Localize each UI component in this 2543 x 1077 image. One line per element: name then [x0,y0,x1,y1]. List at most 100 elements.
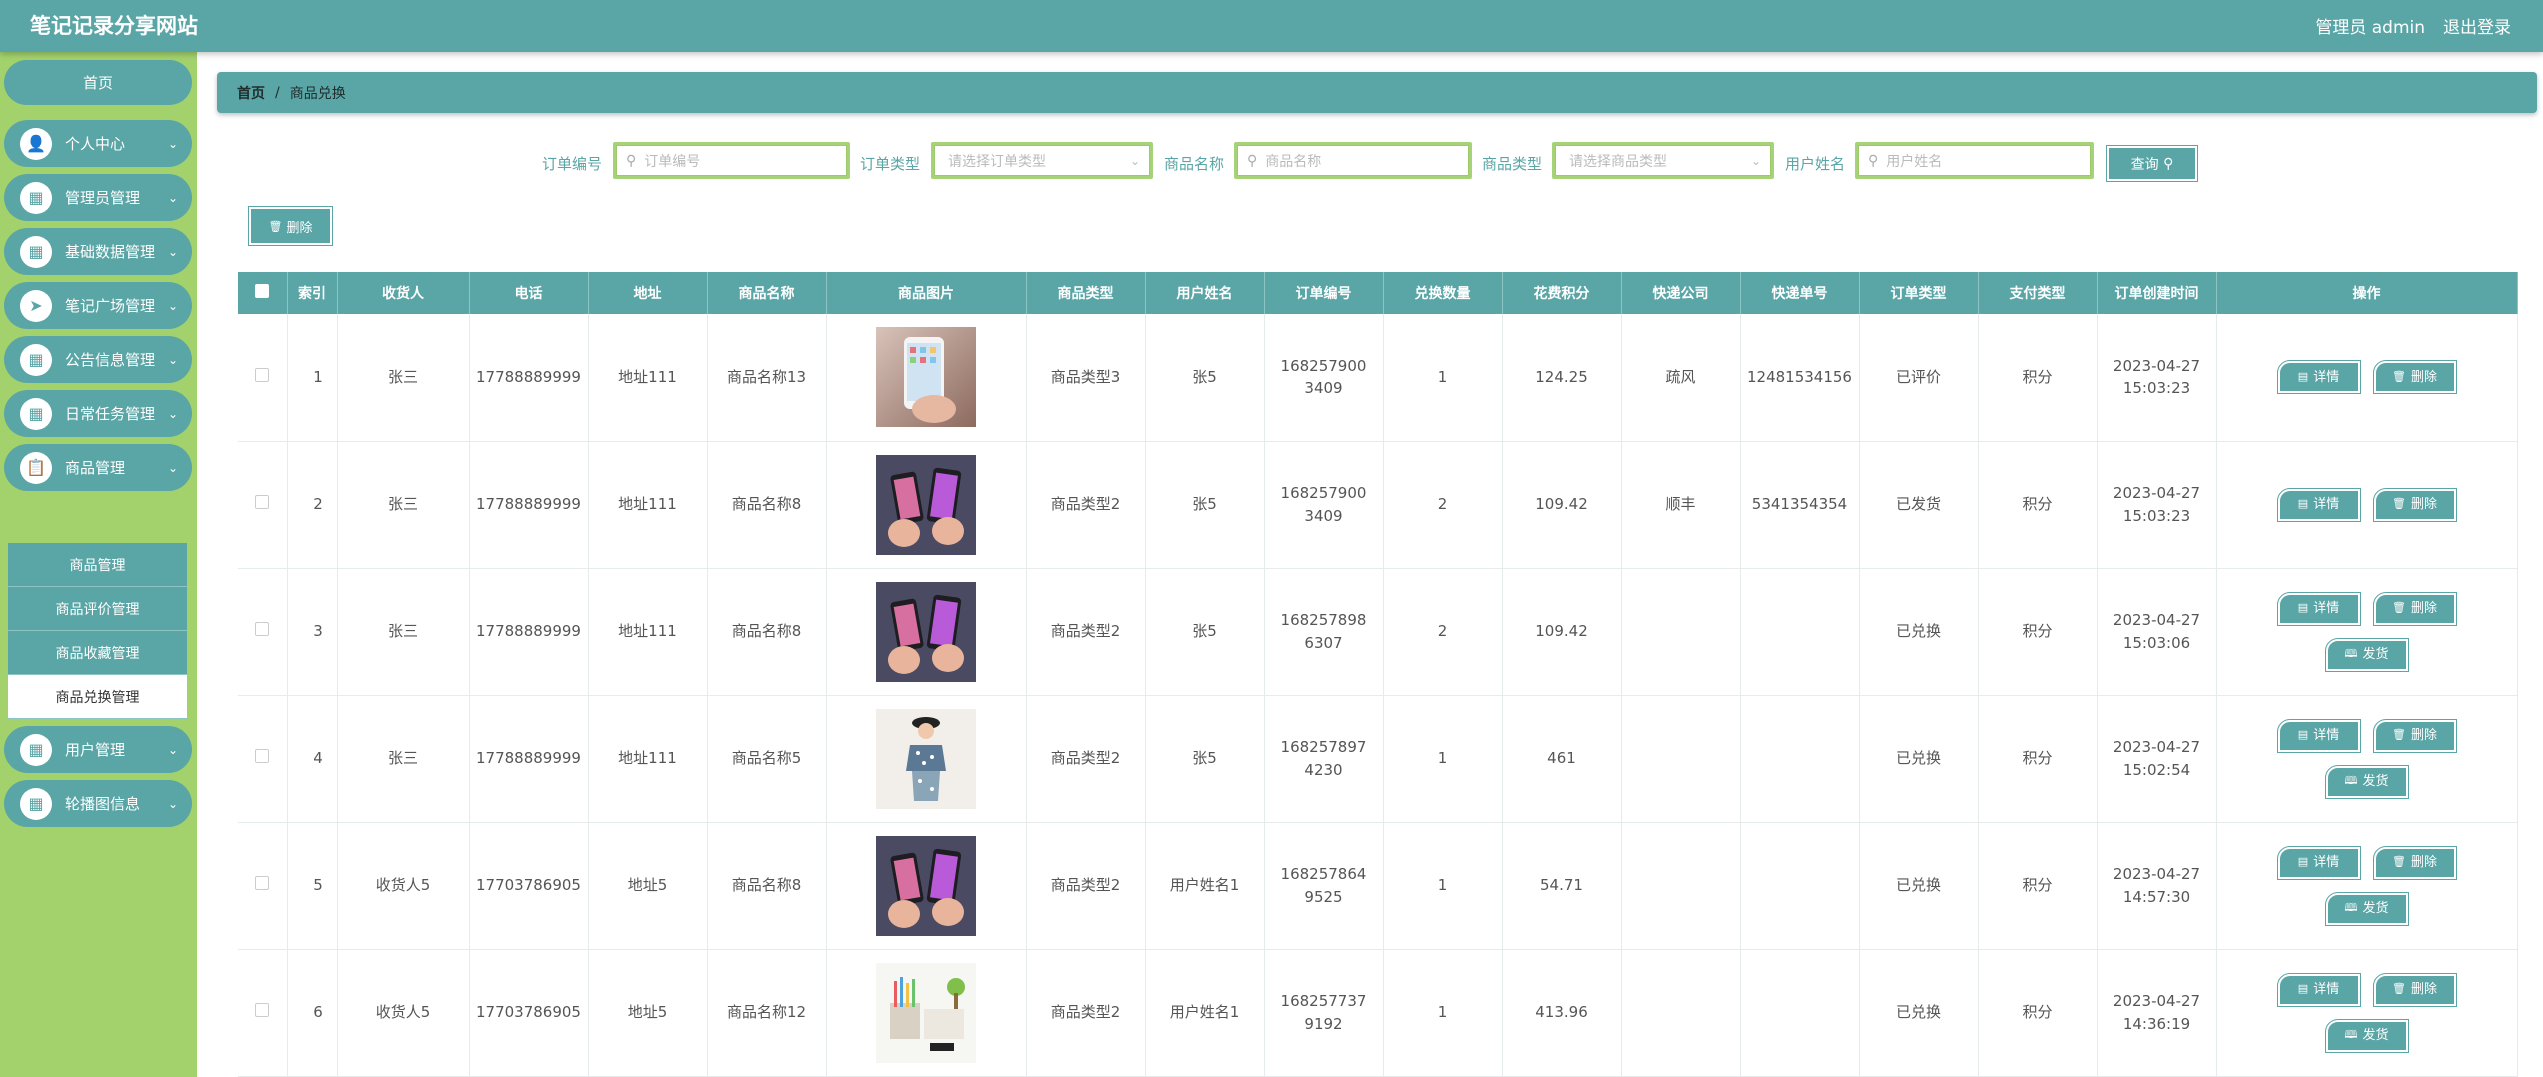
row-actions: ▤ 详情 🗑 删除 🕮 发货 [2267,718,2467,799]
column-header: 商品图片 [826,272,1027,314]
column-header: 用户姓名 [1145,272,1265,314]
send-icon: ➤ [20,289,52,322]
column-header: 索引 [287,272,338,314]
order-no-input[interactable]: ⚲ 订单编号 [613,142,850,179]
ship-label: 发货 [2362,773,2389,789]
delete-button[interactable]: 🗑 删除 [2372,591,2457,626]
delete-button[interactable]: 🗑 删除 [2372,718,2457,753]
trash-icon: 🗑 [2392,370,2406,383]
submenu-item[interactable]: 商品管理 [8,543,187,587]
cell-idx: 3 [287,568,338,696]
cell-receiver: 收货人5 [337,822,470,950]
delete-button[interactable]: 🗑 删除 [2372,972,2457,1007]
sidebar-item[interactable]: ▦ 公告信息管理 ⌄ [4,336,192,383]
column-header: 商品类型 [1026,272,1146,314]
row-checkbox[interactable] [255,495,270,510]
product-image [876,581,976,682]
cell-address: 地址5 [588,822,708,950]
delete-button[interactable]: 🗑 删除 [2372,487,2457,522]
cell-order-no: 1682577379192 [1264,949,1384,1077]
chevron-down-icon: ⌄ [167,244,178,259]
column-header: 订单类型 [1859,272,1979,314]
cell-order-type: 已兑换 [1859,568,1979,696]
breadcrumb-home[interactable]: 首页 [237,83,265,103]
submenu-item[interactable]: 商品收藏管理 [8,631,187,675]
cell-goods: 商品名称12 [707,949,827,1077]
goods-name-input[interactable]: ⚲ 商品名称 [1234,142,1472,179]
row-select-cell [238,568,288,696]
sidebar-item[interactable]: ▦ 基础数据管理 ⌄ [4,228,192,275]
order-type-select[interactable]: 请选择订单类型 ⌄ [931,142,1153,179]
row-checkbox[interactable] [255,368,270,382]
cell-order-no: 1682578986307 [1264,568,1384,696]
select-all-checkbox[interactable] [255,284,270,298]
cell-receiver: 张三 [337,568,470,696]
row-checkbox[interactable] [255,622,270,637]
query-button[interactable]: 查询 ⚲ [2106,145,2198,182]
submenu-item[interactable]: 商品评价管理 [8,587,187,631]
bulk-delete-button[interactable]: 🗑 删除 [248,206,333,246]
logout-link[interactable]: 退出登录 [2443,13,2511,38]
grid-icon: ▦ [20,181,52,214]
cell-image [826,568,1027,696]
cell-type: 商品类型2 [1026,949,1146,1077]
ship-button[interactable]: 🕮 发货 [2324,764,2409,799]
sidebar-item-home[interactable]: 首页 [4,60,192,105]
book-icon: 🕮 [2344,1028,2358,1042]
document-icon: ▤ [2297,370,2309,383]
user-name-label: 用户姓名 [1785,155,1846,173]
detail-button[interactable]: ▤ 详情 [2276,360,2361,395]
exchange-table: 索引 收货人 电话 地址 商品名称 商品图片 商品类型 用户姓名 订单编号 兑换数量 花费积分 快递公… [238,272,2518,1077]
cell-order-type: 已兑换 [1859,822,1979,950]
column-header: 兑换数量 [1383,272,1503,314]
cell-text: 1682579003409 [1280,484,1367,525]
ship-button[interactable]: 🕮 发货 [2324,891,2409,926]
cell-phone: 17788889999 [469,314,589,442]
delete-button[interactable]: 🗑 删除 [2372,845,2457,880]
sidebar-item[interactable]: ▦ 用户管理 ⌄ [4,726,192,773]
goods-type-select[interactable]: 请选择商品类型 ⌄ [1552,142,1774,179]
cell-points: 109.42 [1502,441,1622,569]
cell-type: 商品类型2 [1026,695,1146,823]
row-checkbox[interactable] [255,876,270,891]
row-checkbox[interactable] [255,749,270,764]
table-row: 3 张三 17788889999 地址111 商品名称8 商品类型2 张5 168257898… [238,568,2518,696]
cell-receiver: 张三 [337,314,470,442]
detail-button[interactable]: ▤ 详情 [2276,487,2361,522]
sidebar-item[interactable]: ▦ 日常任务管理 ⌄ [4,390,192,437]
user-name-input[interactable]: ⚲ 用户姓名 [1855,142,2094,179]
chevron-down-icon: ⌄ [167,352,178,367]
goods-submenu: 商品管理 商品评价管理 商品收藏管理 商品兑换管理 [8,543,187,719]
cell-phone: 17703786905 [469,822,589,950]
cell-text: 2023-04-27 15:03:23 [2112,356,2201,398]
sidebar-item[interactable]: ➤ 笔记广场管理 ⌄ [4,282,192,329]
cell-pay-type: 积分 [1978,441,2098,569]
book-icon: 🕮 [2344,774,2358,788]
sidebar-item-label: 笔记广场管理 [65,297,156,315]
cell-points: 109.42 [1502,568,1622,696]
submenu-item[interactable]: 商品兑换管理 [8,675,187,719]
cell-express-no [1740,568,1860,696]
detail-button[interactable]: ▤ 详情 [2276,718,2361,753]
ship-button[interactable]: 🕮 发货 [2324,1018,2409,1053]
cell-pay-type: 积分 [1978,822,2098,950]
sidebar-item[interactable]: 📋 商品管理 ⌄ [4,444,192,491]
column-header: 订单编号 [1264,272,1384,314]
sidebar-item-label: 商品管理 [65,459,126,477]
table-header-row: 索引 收货人 电话 地址 商品名称 商品图片 商品类型 用户姓名 订单编号 兑换数量 花费积分 快递公… [238,272,2518,314]
sidebar-item-label: 用户管理 [65,741,126,759]
ship-label: 发货 [2362,646,2389,662]
sidebar-item[interactable]: ▦ 轮播图信息 ⌄ [4,780,192,827]
detail-button[interactable]: ▤ 详情 [2276,972,2361,1007]
cell-user: 用户姓名1 [1145,949,1265,1077]
ship-button[interactable]: 🕮 发货 [2324,637,2409,672]
column-header: 快递公司 [1621,272,1741,314]
detail-label: 详情 [2313,496,2340,512]
delete-button[interactable]: 🗑 删除 [2372,360,2457,395]
cell-express-no [1740,949,1860,1077]
sidebar-item-label: 管理员管理 [65,189,141,207]
detail-button[interactable]: ▤ 详情 [2276,591,2361,626]
detail-button[interactable]: ▤ 详情 [2276,845,2361,880]
row-checkbox[interactable] [255,1003,270,1018]
table-row: 4 张三 17788889999 地址111 商品名称5 商品类型2 张5 168257897… [238,695,2518,823]
